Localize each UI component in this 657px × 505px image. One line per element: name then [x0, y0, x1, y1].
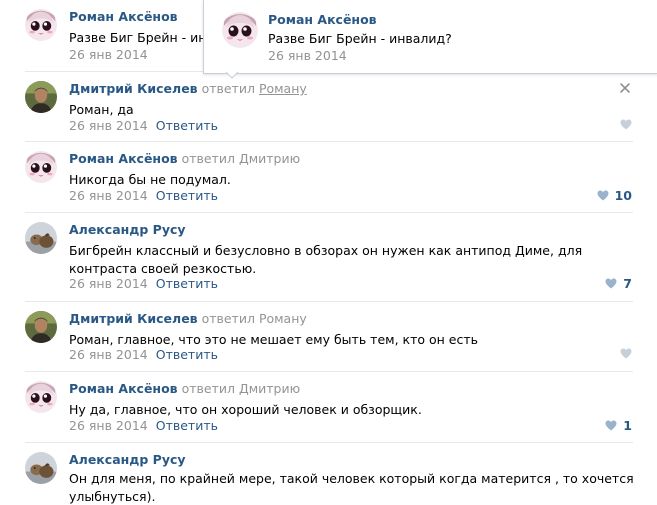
- like-button[interactable]: 10: [597, 188, 632, 203]
- avatar[interactable]: [25, 222, 57, 254]
- author-name[interactable]: Дмитрий Киселев: [69, 311, 198, 326]
- reply-target-link[interactable]: Дмитрию: [239, 151, 300, 166]
- reply-word: ответил: [181, 381, 235, 396]
- reply-target-link[interactable]: Роману: [259, 81, 307, 96]
- comment-text: Никогда бы не подумал.: [69, 172, 231, 187]
- like-count: 1: [623, 418, 632, 433]
- anime-face-icon: [25, 9, 57, 41]
- reply-button[interactable]: Ответить: [156, 118, 218, 133]
- comment-date[interactable]: 26 янв 2014: [69, 418, 148, 433]
- comments-thread: Роман Аксёнов Разве Биг Брейн - инв 26 я…: [0, 0, 657, 505]
- like-count: 10: [614, 188, 632, 203]
- comment-item: Роман Аксёнов ответил Дмитрию Ну да, гла…: [0, 372, 657, 443]
- avatar[interactable]: [25, 381, 57, 413]
- comment-date[interactable]: 26 янв 2014: [69, 276, 148, 291]
- tooltip-text: Разве Биг Брейн - инвалид?: [268, 31, 452, 46]
- heart-icon: [620, 348, 632, 359]
- author-name[interactable]: Дмитрий Киселев: [69, 81, 198, 96]
- comment-text: Ну да, главное, что он хороший человек и…: [69, 402, 422, 417]
- user-photo-icon: [25, 81, 57, 113]
- reply-button[interactable]: Ответить: [156, 347, 218, 362]
- heart-icon: [605, 278, 617, 289]
- author-name[interactable]: Роман Аксёнов: [69, 381, 178, 396]
- heart-icon: [597, 190, 609, 201]
- comment-date[interactable]: 26 янв 2014: [69, 188, 148, 203]
- comment-date[interactable]: 26 янв 2014: [69, 118, 148, 133]
- comment-text: Он для меня, по крайней мере, такой чело…: [69, 471, 634, 504]
- avatar[interactable]: [25, 9, 57, 41]
- comment-item: Роман Аксёнов ответил Дмитрию Никогда бы…: [0, 142, 657, 213]
- like-button[interactable]: [620, 119, 632, 130]
- avatar[interactable]: [222, 12, 258, 48]
- reply-preview-tooltip: Роман Аксёнов Разве Биг Брейн - инвалид?…: [203, 0, 657, 74]
- comment-text: Бигбрейн классный и безусловно в обзорах…: [69, 243, 583, 276]
- like-button[interactable]: 7: [605, 276, 632, 291]
- reply-target-link[interactable]: Дмитрию: [239, 381, 300, 396]
- comment-item: Александр Русу Он для меня, по крайней м…: [0, 443, 657, 505]
- anime-face-icon: [25, 151, 57, 183]
- reply-word: ответил: [181, 151, 235, 166]
- reply-button[interactable]: Ответить: [156, 276, 218, 291]
- tooltip-date[interactable]: 26 янв 2014: [268, 48, 347, 63]
- comment-date[interactable]: 26 янв 2014: [69, 47, 148, 62]
- author-name[interactable]: Александр Русу: [69, 222, 186, 237]
- comment-item: Дмитрий Киселев ответил Роману Роман, гл…: [0, 302, 657, 372]
- reply-word: ответил: [201, 81, 255, 96]
- like-count: 7: [623, 276, 632, 291]
- tooltip-arrow: [226, 72, 238, 79]
- author-name[interactable]: Александр Русу: [69, 452, 186, 467]
- avatar[interactable]: [25, 81, 57, 113]
- user-photo-icon: [25, 222, 57, 254]
- tooltip-author[interactable]: Роман Аксёнов: [268, 12, 377, 27]
- comment-item: Александр Русу Бигбрейн классный и безус…: [0, 213, 657, 302]
- user-photo-icon: [25, 311, 57, 343]
- like-button[interactable]: 1: [605, 418, 632, 433]
- reply-target-link[interactable]: Роману: [259, 311, 307, 326]
- reply-button[interactable]: Ответить: [156, 418, 218, 433]
- heart-icon: [605, 420, 617, 431]
- close-icon[interactable]: [619, 82, 631, 94]
- comment-date[interactable]: 26 янв 2014: [69, 347, 148, 362]
- avatar[interactable]: [25, 452, 57, 484]
- reply-word: ответил: [201, 311, 255, 326]
- user-photo-icon: [25, 452, 57, 484]
- heart-icon: [620, 119, 632, 130]
- author-name[interactable]: Роман Аксёнов: [69, 9, 178, 24]
- anime-face-icon: [222, 12, 258, 48]
- comment-item: Дмитрий Киселев ответил Роману Роман, да…: [0, 72, 657, 142]
- reply-button[interactable]: Ответить: [156, 188, 218, 203]
- like-button[interactable]: [620, 348, 632, 359]
- avatar[interactable]: [25, 311, 57, 343]
- anime-face-icon: [25, 381, 57, 413]
- avatar[interactable]: [25, 151, 57, 183]
- author-name[interactable]: Роман Аксёнов: [69, 151, 178, 166]
- comment-text: Роман, да: [69, 102, 134, 117]
